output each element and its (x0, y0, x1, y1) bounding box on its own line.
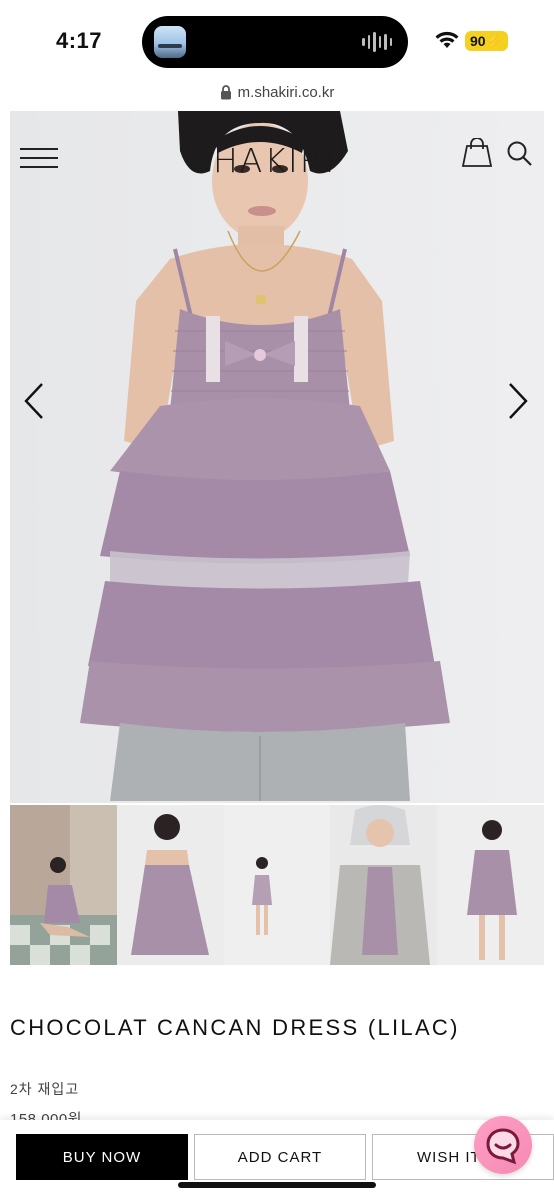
dynamic-island[interactable] (142, 16, 408, 68)
status-bar: 4:17 90⚡ (0, 0, 554, 80)
thumbnail-image (116, 805, 224, 965)
chevron-right-icon[interactable] (506, 381, 530, 421)
shopping-bag-icon[interactable] (460, 138, 494, 168)
buy-now-button[interactable]: BUY NOW (16, 1134, 188, 1180)
battery-level: 90 (470, 33, 486, 49)
add-cart-button[interactable]: ADD CART (194, 1134, 366, 1180)
product-main-image[interactable]: SHAKIRI (10, 111, 544, 803)
audio-wave-icon (362, 32, 392, 52)
status-time: 4:17 (56, 28, 103, 53)
menu-button[interactable] (20, 148, 58, 168)
thumbnail-image (330, 805, 438, 965)
now-playing-thumbnail (154, 26, 186, 58)
product-photo (10, 111, 544, 803)
thumbnail-image (10, 805, 117, 965)
chat-button[interactable] (474, 1116, 532, 1174)
thumbnail-2[interactable] (116, 805, 224, 965)
thumbnail-4[interactable] (330, 805, 438, 965)
thumbnail-image (223, 805, 331, 965)
url-text: m.shakiri.co.kr (237, 83, 335, 101)
home-indicator (178, 1182, 376, 1188)
bottom-action-bar: BUY NOW ADD CART WISH IT (0, 1120, 554, 1200)
address-bar[interactable]: m.shakiri.co.kr (0, 80, 554, 104)
product-title: CHOCOLAT CANCAN DRESS (LILAC) (10, 1015, 460, 1040)
chat-icon (486, 1128, 520, 1165)
wifi-icon (435, 31, 459, 48)
thumbnail-image (437, 805, 544, 965)
thumbnail-1[interactable] (10, 805, 117, 965)
restock-label: 2차 재입고 (10, 1081, 80, 1097)
thumbnail-strip (10, 805, 544, 965)
battery-indicator: 90⚡ (465, 31, 509, 51)
chevron-left-icon[interactable] (22, 381, 46, 421)
thumbnail-5[interactable] (437, 805, 544, 965)
lock-icon (220, 84, 231, 99)
search-icon[interactable] (506, 140, 534, 168)
brand-logo[interactable]: SHAKIRI (190, 141, 336, 180)
thumbnail-3[interactable] (223, 805, 331, 965)
